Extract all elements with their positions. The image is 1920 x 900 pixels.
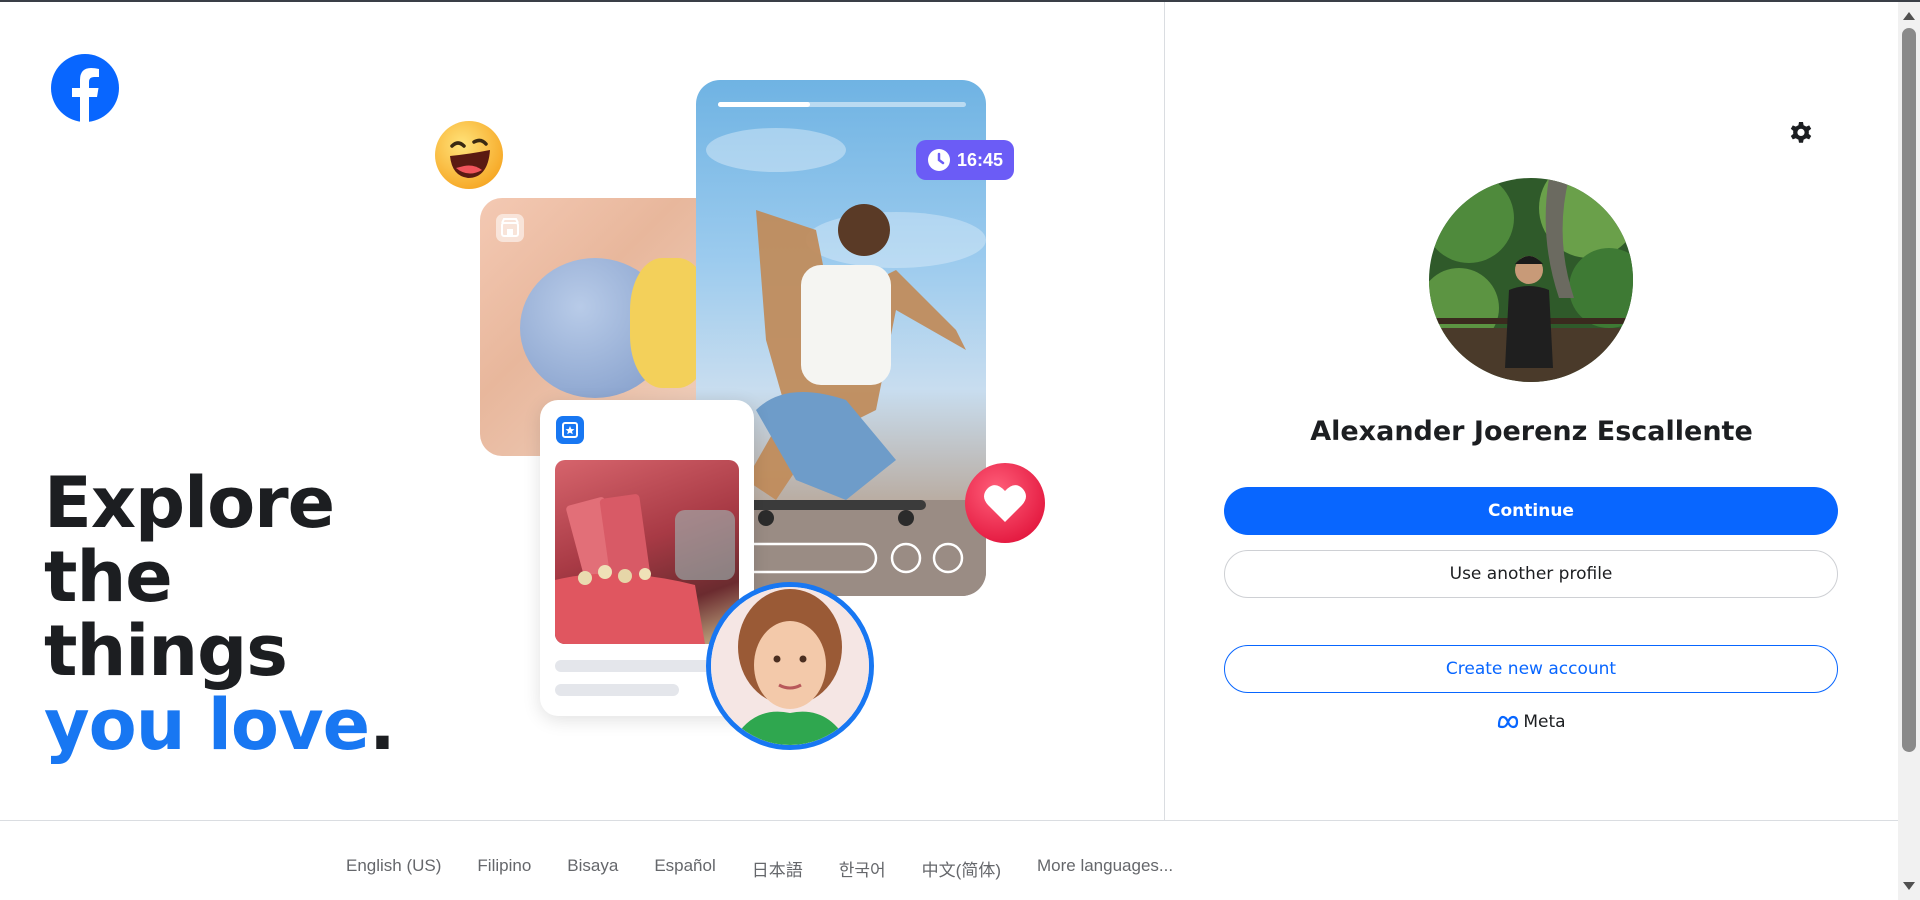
language-link[interactable]: 한국어 <box>839 856 886 881</box>
headline-highlight: you love <box>44 684 370 766</box>
language-link[interactable]: 日本語 <box>752 856 803 881</box>
reel-controls <box>734 542 976 574</box>
language-link[interactable]: Español <box>654 856 715 881</box>
scroll-down-arrow-icon[interactable] <box>1903 882 1915 890</box>
hero-collage: 16:45 <box>420 72 1120 772</box>
footer-language-list: English (US) Filipino Bisaya Español 日本語… <box>346 856 1173 881</box>
scroll-up-arrow-icon[interactable] <box>1903 12 1915 20</box>
vertical-scrollbar[interactable] <box>1898 2 1920 900</box>
headline-line-3: things <box>44 610 288 692</box>
continue-button[interactable]: Continue <box>1224 487 1838 535</box>
meta-label: Meta <box>1523 712 1566 732</box>
language-link[interactable]: Filipino <box>477 856 531 881</box>
meta-logo-icon <box>1498 715 1519 729</box>
login-pane: Alexander Joerenz Escallente Continue Us… <box>1165 2 1898 820</box>
shop-icon <box>496 214 524 242</box>
clock-icon <box>927 149 950 171</box>
profile-name: Alexander Joerenz Escallente <box>1310 416 1753 447</box>
heart-icon <box>965 463 1045 543</box>
left-hero-pane: Explore the things you love. 16:45 <box>0 2 1164 820</box>
meta-logo: Meta <box>1165 712 1898 732</box>
headline-line-1: Explore <box>44 462 335 544</box>
language-link[interactable]: Bisaya <box>567 856 618 881</box>
headline-period: . <box>369 684 396 766</box>
profile-avatar[interactable] <box>1429 178 1633 382</box>
woman-avatar-image <box>706 582 874 750</box>
laughing-emoji-icon <box>435 121 503 189</box>
event-star-icon <box>556 416 584 444</box>
settings-gear-icon[interactable] <box>1787 118 1815 146</box>
time-badge: 16:45 <box>916 140 1014 180</box>
event-text-placeholder <box>555 684 679 696</box>
time-badge-text: 16:45 <box>956 149 1004 170</box>
footer-divider <box>0 820 1898 821</box>
facebook-logo-icon[interactable] <box>51 54 119 122</box>
use-another-profile-button[interactable]: Use another profile <box>1224 550 1838 598</box>
language-link[interactable]: English (US) <box>346 856 441 881</box>
popcorn-tickets-image <box>555 460 739 644</box>
more-languages-link[interactable]: More languages... <box>1037 856 1173 881</box>
create-new-account-button[interactable]: Create new account <box>1224 645 1838 693</box>
language-link[interactable]: 中文(简体) <box>922 856 1001 881</box>
headline-line-2: the <box>44 536 173 618</box>
hero-headline: Explore the things you love. <box>44 466 396 762</box>
scrollbar-thumb[interactable] <box>1902 28 1916 752</box>
